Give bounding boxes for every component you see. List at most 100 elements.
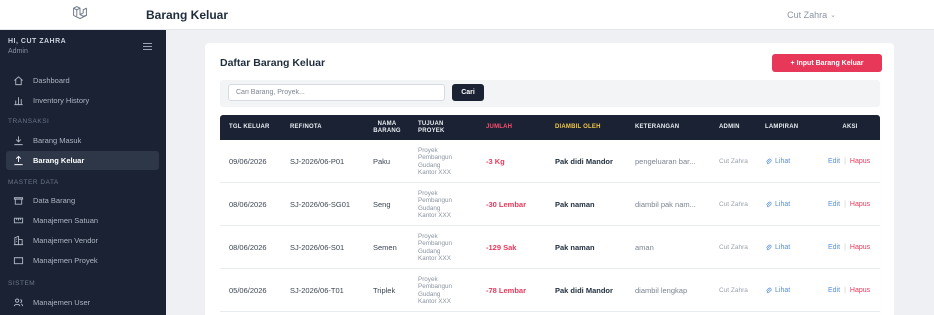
sidebar-item-barang-keluar[interactable]: Barang Keluar <box>6 151 159 170</box>
sidebar-item-inventory-history[interactable]: Inventory History <box>6 91 159 110</box>
paperclip-icon <box>766 201 772 208</box>
sidebar-item-label: Barang Masuk <box>33 136 82 145</box>
hapus-link[interactable]: Hapus <box>850 244 870 251</box>
col-diambil-oleh[interactable]: DIAMBIL OLEH <box>555 115 635 140</box>
folder-icon <box>11 255 25 266</box>
sidebar-item-label: Inventory History <box>33 96 90 105</box>
users-icon <box>11 297 25 308</box>
user-menu-name: Cut Zahra <box>787 10 828 20</box>
col-tujuan-proyek[interactable]: TUJUAN PROYEK <box>418 115 468 140</box>
cell-nama: Paku <box>373 157 391 166</box>
lihat-label: Lihat <box>775 287 791 294</box>
col-jumlah[interactable]: JUMLAH <box>486 115 546 140</box>
home-icon <box>11 75 25 86</box>
cell-tujuan: Proyek Pembangun Gudang Kantor XXX <box>418 275 452 306</box>
sidebar-item-manajemen-user[interactable]: Manajemen User <box>6 293 159 312</box>
sidebar-item-manajemen-vendor[interactable]: Manajemen Vendor <box>6 231 159 250</box>
separator: | <box>844 287 846 294</box>
card-title: Daftar Barang Keluar <box>220 57 326 69</box>
cell-diambil: Pak didi Mandor <box>555 286 613 295</box>
lihat-link[interactable]: Lihat <box>765 269 790 312</box>
sidebar-item-dashboard[interactable]: Dashboard <box>6 71 159 90</box>
sidebar-greeting: HI, CUT ZAHRA <box>8 38 67 45</box>
row-actions: Edit | Hapus <box>828 140 870 183</box>
col-keterangan[interactable]: KETERANGAN <box>635 115 715 140</box>
col-admin[interactable]: ADMIN <box>719 115 759 140</box>
sidebar-item-barang-masuk[interactable]: Barang Masuk <box>6 131 159 150</box>
sidebar-item-manajemen-proyek[interactable]: Manajemen Proyek <box>6 251 159 270</box>
cell-tgl: 05/06/2026 <box>229 286 267 295</box>
table-row: 08/06/2026 SJ-2026/06-SG01 Seng Proyek P… <box>220 183 880 226</box>
search-button[interactable]: Cari <box>452 84 484 101</box>
sidebar-section-sistem: SISTEM <box>8 280 36 287</box>
edit-link[interactable]: Edit <box>828 158 840 165</box>
cell-jumlah: -78 Lembar <box>486 286 527 295</box>
lihat-link[interactable]: Lihat <box>765 226 790 269</box>
lihat-link[interactable]: Lihat <box>765 140 790 183</box>
hapus-link[interactable]: Hapus <box>850 287 870 294</box>
lihat-label: Lihat <box>775 244 791 251</box>
sidebar-item-data-barang[interactable]: Data Barang <box>6 191 159 210</box>
col-tgl-keluar[interactable]: TGL KELUAR <box>229 115 289 140</box>
paperclip-icon <box>766 244 772 251</box>
sidebar-item-label: Manajemen User <box>33 298 91 307</box>
sidebar-item-label: Data Barang <box>33 196 76 205</box>
cell-keterangan: pengeluaran bar... <box>635 157 696 166</box>
cell-diambil: Pak naman <box>555 243 595 252</box>
cell-tgl: 09/06/2026 <box>229 157 267 166</box>
sidebar: HI, CUT ZAHRA Admin Dashboard Inventory … <box>0 30 166 315</box>
edit-link[interactable]: Edit <box>828 287 840 294</box>
bar-chart-icon <box>11 95 25 106</box>
edit-link[interactable]: Edit <box>828 201 840 208</box>
table-row: 08/06/2026 SJ-2026/06-S01 Semen Proyek P… <box>220 226 880 269</box>
col-aksi: AKSI <box>842 124 858 130</box>
separator: | <box>844 158 846 165</box>
separator: | <box>844 201 846 208</box>
paperclip-icon <box>766 158 772 165</box>
col-lampiran[interactable]: LAMPIRAN <box>765 115 820 140</box>
lihat-label: Lihat <box>775 201 791 208</box>
user-menu[interactable]: Cut Zahra ⌄ <box>787 10 836 20</box>
col-nama-barang[interactable]: NAMA BARANG <box>366 115 408 140</box>
table-row: 09/06/2026 SJ-2026/06-P01 Paku Proyek Pe… <box>220 140 880 183</box>
laravel-logo-icon <box>72 5 88 26</box>
cell-tujuan: Proyek Pembangun Gudang Kantor XXX <box>418 232 452 263</box>
edit-link[interactable]: Edit <box>828 244 840 251</box>
box-icon <box>11 195 25 206</box>
lihat-link[interactable]: Lihat <box>765 183 790 226</box>
main-card: Daftar Barang Keluar + Input Barang Kelu… <box>205 43 894 315</box>
cell-keterangan: diambil pak nam... <box>635 200 696 209</box>
cell-admin: Cut Zahra <box>719 201 748 208</box>
cell-ref: SJ-2026/06-S01 <box>290 243 345 252</box>
separator: | <box>844 244 846 251</box>
row-actions: Edit | Hapus <box>828 269 870 312</box>
cell-admin: Cut Zahra <box>719 244 748 251</box>
top-bar: Barang Keluar Cut Zahra ⌄ <box>0 0 934 30</box>
sidebar-header: HI, CUT ZAHRA Admin <box>8 38 66 55</box>
cell-tujuan: Proyek Pembangun Gudang Kantor XXX <box>418 189 452 220</box>
input-barang-keluar-button[interactable]: + Input Barang Keluar <box>772 54 882 72</box>
cell-tgl: 08/06/2026 <box>229 200 267 209</box>
cell-ref: SJ-2026/06-P01 <box>290 157 345 166</box>
cell-jumlah: -129 Sak <box>486 243 517 252</box>
barang-keluar-table: TGL KELUAR REF/NOTA NAMA BARANG TUJUAN P… <box>220 115 880 312</box>
cell-diambil: Pak naman <box>555 200 595 209</box>
cell-jumlah: -3 Kg <box>486 157 505 166</box>
logo[interactable] <box>0 0 160 30</box>
row-actions: Edit | Hapus <box>828 183 870 226</box>
hapus-link[interactable]: Hapus <box>850 158 870 165</box>
sidebar-section-transaksi: TRANSAKSI <box>8 118 50 125</box>
sidebar-item-manajemen-satuan[interactable]: Manajemen Satuan <box>6 211 159 230</box>
cell-admin: Cut Zahra <box>719 158 748 165</box>
cell-nama: Semen <box>373 243 397 252</box>
search-input[interactable] <box>228 84 445 101</box>
cell-tujuan: Proyek Pembangun Gudang Kantor XXX <box>418 146 452 177</box>
sidebar-item-label: Dashboard <box>33 76 70 85</box>
cell-jumlah: -30 Lembar <box>486 200 527 209</box>
sidebar-item-label: Manajemen Vendor <box>33 236 99 245</box>
hapus-link[interactable]: Hapus <box>850 201 870 208</box>
cell-ref: SJ-2026/06-SG01 <box>290 200 351 209</box>
hamburger-menu-icon[interactable] <box>143 43 152 50</box>
col-ref-nota[interactable]: REF/NOTA <box>290 115 360 140</box>
paperclip-icon <box>766 287 772 294</box>
